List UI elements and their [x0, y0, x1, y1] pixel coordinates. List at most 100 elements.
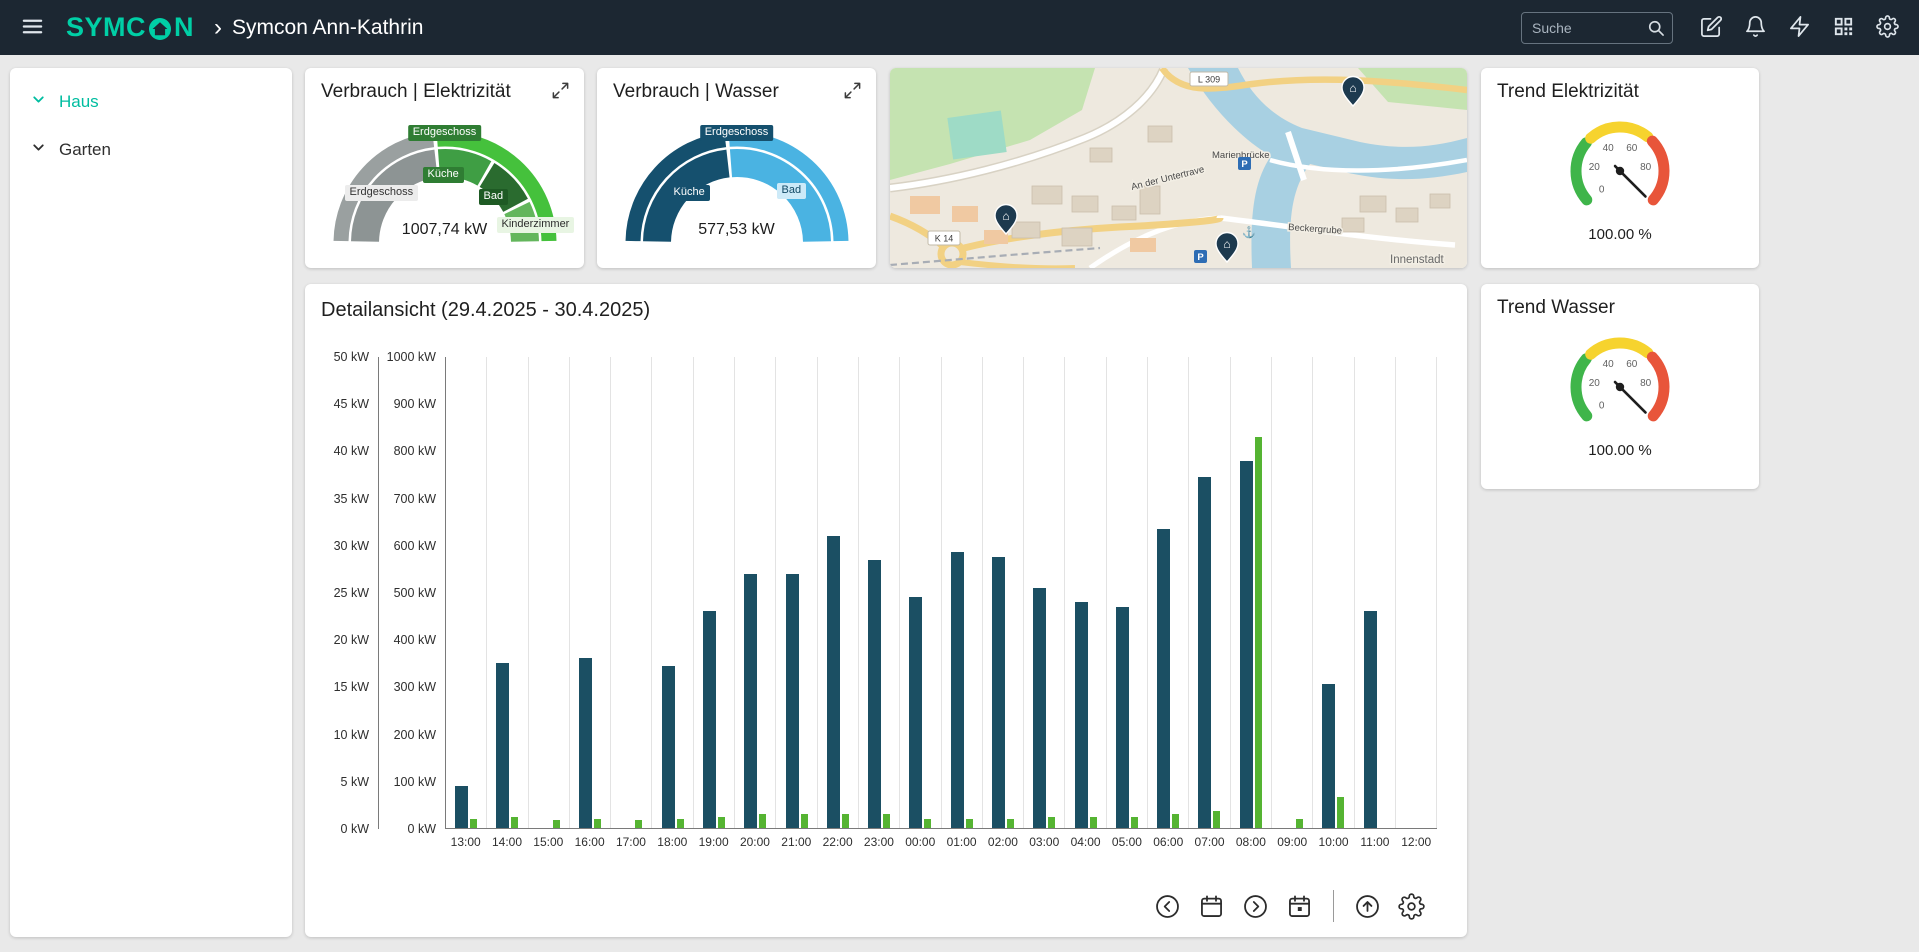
bar-dark — [992, 557, 1005, 828]
chart-column — [1231, 357, 1272, 828]
arrow-up-circle-icon — [1354, 908, 1381, 923]
x-tick: 19:00 — [693, 829, 734, 855]
bar-dark — [579, 658, 592, 828]
map-sports-field — [947, 110, 1006, 159]
gauge-pivot — [1616, 167, 1624, 175]
y-tick: 0 kW — [408, 822, 436, 836]
y-tick: 100 kW — [394, 775, 436, 789]
x-tick: 15:00 — [528, 829, 569, 855]
y-tick: 45 kW — [334, 397, 369, 411]
bar-green — [883, 814, 890, 828]
bar-green — [1255, 437, 1262, 828]
x-tick: 12:00 — [1396, 829, 1437, 855]
breadcrumb-chevron: › — [214, 16, 222, 40]
gauge-tick-label: 80 — [1640, 378, 1652, 389]
logo-house-icon — [147, 15, 173, 41]
chart-column — [900, 357, 941, 828]
segment-label-bad: Bad — [777, 183, 807, 199]
x-tick: 09:00 — [1272, 829, 1313, 855]
calendar-icon — [1198, 908, 1225, 923]
bar-dark — [1240, 461, 1253, 828]
chevron-down-icon — [30, 139, 47, 161]
water-donut-chart[interactable]: Erdgeschoss Küche Bad 577,53 kW — [607, 105, 867, 255]
gear-icon — [1876, 15, 1899, 41]
x-tick: 18:00 — [652, 829, 693, 855]
consumption-value: 577,53 kW — [607, 221, 867, 239]
sidebar-item-haus[interactable]: Haus — [10, 78, 292, 126]
bar-dark — [496, 663, 509, 828]
bar-green — [1048, 817, 1055, 828]
plot-area[interactable] — [445, 357, 1437, 829]
bar-green — [470, 819, 477, 828]
notifications-button[interactable] — [1737, 10, 1773, 46]
map-road-label-l309: L 309 — [1190, 72, 1228, 86]
y-tick: 1000 kW — [387, 350, 436, 364]
search-icon[interactable] — [1646, 18, 1666, 38]
svg-text:P: P — [1197, 252, 1204, 263]
chart-column — [1189, 357, 1230, 828]
detail-title: Detailansicht (29.4.2025 - 30.4.2025) — [305, 284, 1467, 322]
map-parking-icon: P — [1194, 250, 1207, 263]
bar-green — [1337, 797, 1344, 828]
calendar-button[interactable] — [1198, 893, 1225, 920]
bar-green — [1172, 814, 1179, 828]
y-tick: 20 kW — [334, 633, 369, 647]
x-tick: 13:00 — [445, 829, 486, 855]
y-tick: 800 kW — [394, 444, 436, 458]
chart-column — [611, 357, 652, 828]
x-tick: 08:00 — [1230, 829, 1271, 855]
energy-button[interactable] — [1781, 10, 1817, 46]
chart-column — [570, 357, 611, 828]
expand-arrows-icon — [843, 88, 862, 103]
bar-dark — [1075, 602, 1088, 828]
map-anchor-icon: ⚓ — [1242, 226, 1256, 239]
y-tick: 50 kW — [334, 350, 369, 364]
card-map[interactable]: L 309 K 14 Marienbrücke Beckergrube An d… — [890, 68, 1467, 268]
x-tick: 01:00 — [941, 829, 982, 855]
chart-settings-button[interactable] — [1398, 893, 1425, 920]
export-button[interactable] — [1354, 893, 1381, 920]
x-tick: 06:00 — [1148, 829, 1189, 855]
y-tick: 900 kW — [394, 397, 436, 411]
x-tick: 04:00 — [1065, 829, 1106, 855]
bar-green — [1007, 819, 1014, 828]
segment-label-kueche: Küche — [423, 167, 464, 183]
chart-column — [1107, 357, 1148, 828]
bar-dark — [662, 666, 675, 828]
settings-button[interactable] — [1869, 10, 1905, 46]
gauge-tick-label: 20 — [1589, 378, 1601, 389]
qr-code-button[interactable] — [1825, 10, 1861, 46]
chart-column — [1065, 357, 1106, 828]
calendar-today-button[interactable] — [1286, 893, 1313, 920]
bar-green — [594, 819, 601, 828]
gauge-tick-label: 40 — [1603, 143, 1615, 154]
edit-button[interactable] — [1693, 10, 1729, 46]
menu-button[interactable] — [14, 10, 50, 46]
chart-column — [529, 357, 570, 828]
chevron-down-icon — [30, 91, 47, 113]
qr-code-icon — [1832, 15, 1855, 41]
x-tick: 10:00 — [1313, 829, 1354, 855]
detail-chart: 0 kW5 kW10 kW15 kW20 kW25 kW30 kW35 kW40… — [323, 357, 1437, 855]
bar-green — [553, 820, 560, 828]
x-tick: 16:00 — [569, 829, 610, 855]
y-tick: 35 kW — [334, 492, 369, 506]
electricity-donut-chart[interactable]: Erdgeschoss Erdgeschoss Küche Bad Kinder… — [315, 105, 575, 255]
y-tick: 15 kW — [334, 680, 369, 694]
chart-column — [1313, 357, 1354, 828]
gauge-tick-label: 60 — [1626, 359, 1638, 370]
svg-text:⌂: ⌂ — [1002, 209, 1009, 223]
expand-button[interactable] — [549, 81, 571, 103]
sidebar-item-label: Haus — [59, 92, 99, 112]
sidebar-item-garten[interactable]: Garten — [10, 126, 292, 174]
symcon-logo[interactable]: SYMC N — [66, 12, 194, 43]
bar-dark — [455, 786, 468, 828]
bar-dark — [744, 574, 757, 828]
chart-column — [1024, 357, 1065, 828]
bar-green — [842, 814, 849, 828]
next-period-button[interactable] — [1242, 893, 1269, 920]
bar-dark — [951, 552, 964, 828]
expand-button[interactable] — [841, 81, 863, 103]
map-road-label-k14: K 14 — [928, 231, 960, 245]
previous-period-button[interactable] — [1154, 893, 1181, 920]
